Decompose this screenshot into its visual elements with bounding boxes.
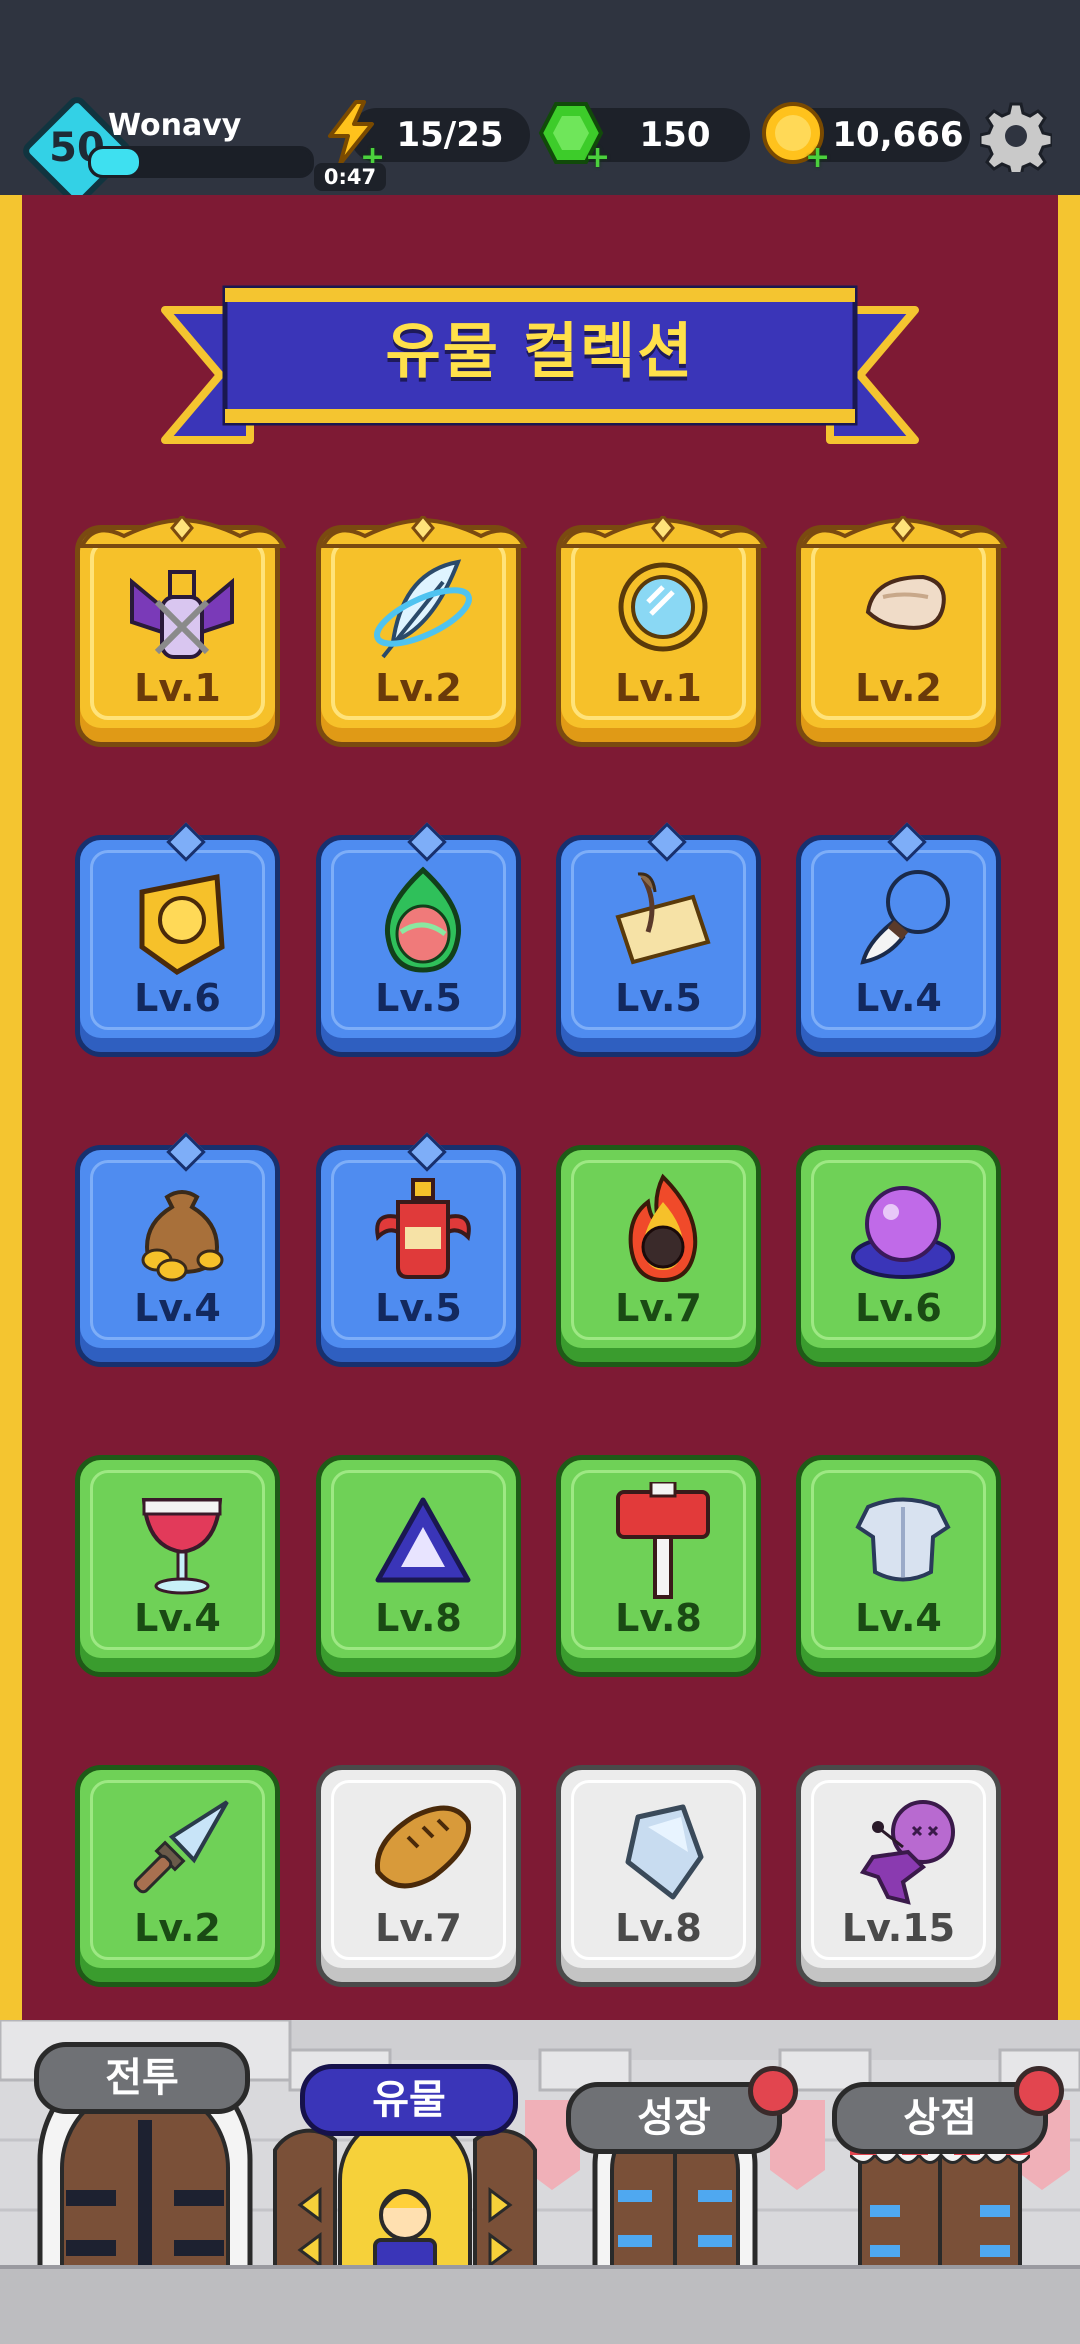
relic-card[interactable]: Lv.4 <box>75 1455 280 1677</box>
ornate-crown-trim <box>799 516 1008 548</box>
mirror-icon <box>618 562 708 652</box>
relic-card[interactable]: Lv.6 <box>796 1145 1001 1367</box>
gold-badge-icon <box>139 873 225 975</box>
crystal-shard-icon <box>625 1804 704 1900</box>
voodoo-doll-icon <box>859 1800 955 1905</box>
relic-card[interactable]: Lv.4 <box>796 822 1001 1057</box>
relic-card[interactable]: Lv.1 <box>75 516 287 747</box>
ornate-crown-trim <box>78 516 287 548</box>
xp-bar <box>88 146 314 178</box>
relic-level-label: Lv.15 <box>841 1906 956 1950</box>
relic-card[interactable]: Lv.2 <box>316 516 528 747</box>
relic-level-label: Lv.4 <box>134 1596 221 1640</box>
relic-card[interactable]: Lv.8 <box>556 1765 761 1987</box>
relic-level-label: Lv.7 <box>615 1286 702 1330</box>
fire-stone-icon <box>628 1173 698 1283</box>
feather-icon <box>374 559 472 659</box>
ornate-crown-trim <box>319 516 528 548</box>
relic-level-label: Lv.1 <box>134 666 221 710</box>
relic-card[interactable]: Lv.4 <box>75 1132 280 1367</box>
relic-level-label: Lv.5 <box>375 1286 462 1330</box>
relic-level-label: Lv.8 <box>615 1596 702 1640</box>
relic-card[interactable]: Lv.5 <box>316 1132 521 1367</box>
claw-necklace-icon <box>860 870 950 965</box>
gear-icon[interactable] <box>980 100 1052 172</box>
energy-value: 15/25 <box>396 115 504 155</box>
relic-card[interactable]: Lv.8 <box>316 1455 521 1677</box>
dagger-icon <box>133 1800 229 1894</box>
wine-glass-icon <box>141 1498 223 1595</box>
relic-level-label: Lv.4 <box>855 1596 942 1640</box>
page-title: 유물 컬렉션 <box>385 317 695 387</box>
relic-card[interactable]: Lv.5 <box>316 822 521 1057</box>
player-name: Wonavy <box>108 108 242 143</box>
shop-notification-badge <box>1014 2066 1064 2116</box>
relic-level-label: Lv.8 <box>615 1906 702 1950</box>
growth-notification-badge <box>748 2066 798 2116</box>
relic-level-label: Lv.2 <box>375 666 462 710</box>
xp-bar-fill <box>91 149 140 175</box>
relic-card[interactable]: Lv.7 <box>556 1145 761 1367</box>
horned-potion-icon <box>375 1178 471 1279</box>
top-bar: 50 Wonavy + 15/25 0:47 + 150 + 10,666 <box>0 0 1080 209</box>
relic-level-label: Lv.7 <box>375 1906 462 1950</box>
gems-value: 150 <box>639 115 711 155</box>
relic-card[interactable]: Lv.2 <box>75 1765 280 1987</box>
horn-icon <box>865 574 946 630</box>
war-hammer-icon <box>616 1482 710 1599</box>
nav-battle-button[interactable]: 전투 <box>34 2042 250 2114</box>
relic-card[interactable]: Lv.15 <box>796 1765 1001 1987</box>
ornate-crown-trim <box>559 516 768 548</box>
chained-potion-icon <box>130 570 234 659</box>
relic-level-label: Lv.1 <box>615 666 702 710</box>
panel-right-border <box>1058 195 1080 2055</box>
relic-level-label: Lv.6 <box>855 1286 942 1330</box>
relic-card[interactable]: Lv.2 <box>796 516 1008 747</box>
gold-value: 10,666 <box>832 115 964 155</box>
bread-icon <box>374 1805 472 1889</box>
money-bag-icon <box>141 1190 224 1282</box>
energy-timer: 0:47 <box>314 163 386 191</box>
triangle-gem-icon <box>375 1497 471 1583</box>
ground <box>0 2265 1080 2344</box>
relic-card[interactable]: Lv.1 <box>556 516 768 747</box>
nav-relics-button[interactable]: 유물 <box>300 2064 518 2136</box>
relic-level-label: Lv.2 <box>134 1906 221 1950</box>
relic-level-label: Lv.4 <box>134 1286 221 1330</box>
egg-icon <box>384 866 462 973</box>
relic-card[interactable]: Lv.7 <box>316 1765 521 1987</box>
relic-level-label: Lv.6 <box>134 976 221 1020</box>
relic-card[interactable]: Lv.4 <box>796 1455 1001 1677</box>
relic-level-label: Lv.5 <box>375 976 462 1020</box>
relic-card[interactable]: Lv.6 <box>75 822 280 1057</box>
relic-level-label: Lv.4 <box>855 976 942 1020</box>
panel-left-border <box>0 195 22 2055</box>
relic-level-label: Lv.5 <box>615 976 702 1020</box>
crystal-ball-icon <box>851 1186 955 1279</box>
armor-icon <box>855 1497 951 1582</box>
relic-level-label: Lv.8 <box>375 1596 462 1640</box>
relic-level-label: Lv.2 <box>855 666 942 710</box>
relic-card[interactable]: Lv.8 <box>556 1455 761 1677</box>
scroll-icon <box>615 872 711 965</box>
relic-card[interactable]: Lv.5 <box>556 822 761 1057</box>
